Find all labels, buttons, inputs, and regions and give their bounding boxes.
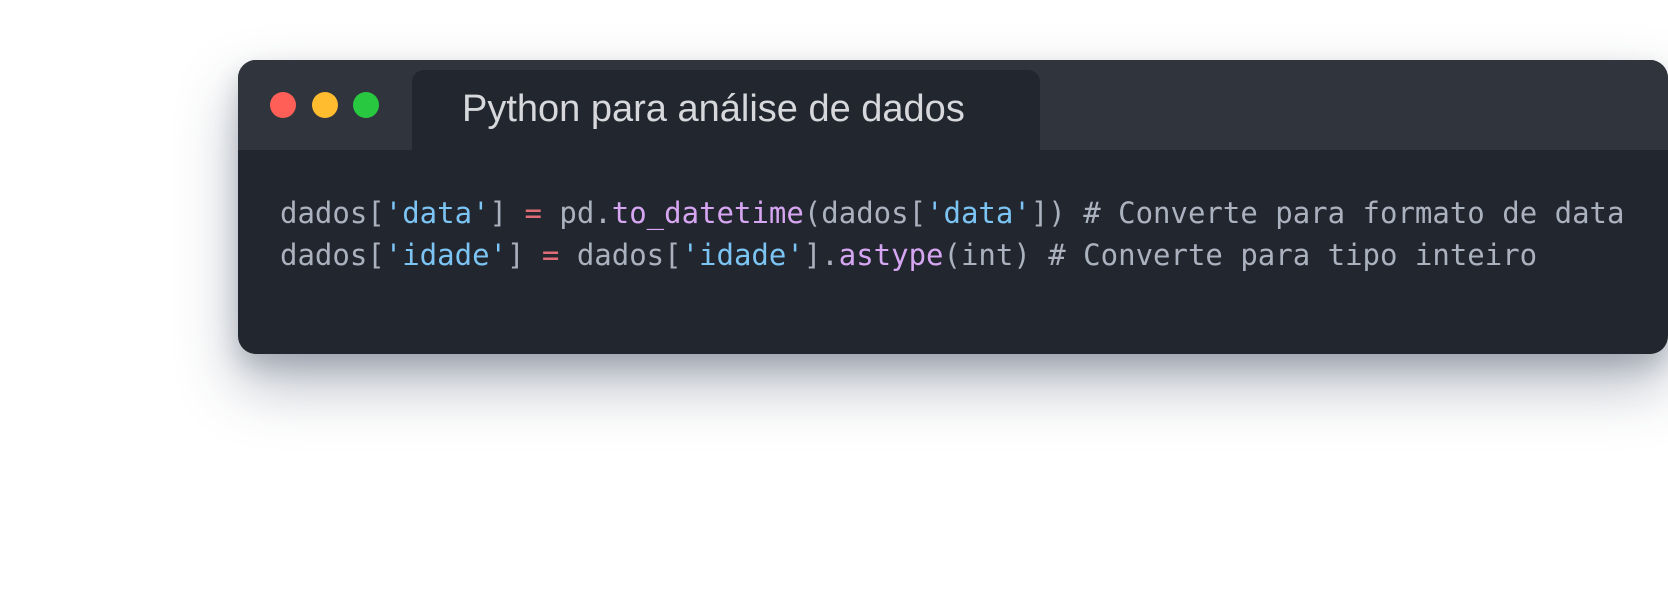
- code-token-comment: # Converte para formato de data: [1083, 196, 1625, 230]
- code-token-operator: =: [541, 238, 560, 272]
- code-editor: dados['data'] = pd.to_datetime(dados['da…: [280, 192, 1624, 276]
- code-token-plain: dados[: [559, 238, 682, 272]
- code-window: Python para análise de dados dados['data…: [238, 60, 1668, 354]
- code-token-plain: ]: [506, 238, 542, 272]
- code-token-plain: dados[: [280, 238, 385, 272]
- maximize-window-button[interactable]: [353, 92, 379, 118]
- code-line: dados['data'] = pd.to_datetime(dados['da…: [280, 192, 1624, 234]
- code-token-operator: =: [524, 196, 542, 230]
- code-token-plain: ].: [803, 238, 839, 272]
- title-bar: Python para análise de dados: [238, 60, 1668, 150]
- minimize-window-button[interactable]: [312, 92, 338, 118]
- code-token-comment: # Converte para tipo inteiro: [1048, 238, 1538, 272]
- code-token-plain: pd.: [541, 196, 612, 230]
- file-tab[interactable]: Python para análise de dados: [412, 70, 1040, 150]
- code-token-function: astype: [838, 238, 944, 272]
- code-token-string: 'data': [384, 196, 490, 230]
- code-token-function: to_datetime: [611, 196, 804, 230]
- code-token-string: 'idade': [384, 238, 507, 272]
- code-token-plain: dados[: [280, 196, 385, 230]
- code-token-string: 'data': [926, 196, 1031, 230]
- code-token-plain: ]: [489, 196, 525, 230]
- code-token-string: 'idade': [681, 238, 804, 272]
- code-token-plain: (dados[: [803, 196, 927, 230]
- code-token-plain: ]): [1030, 196, 1084, 230]
- tab-title: Python para análise de dados: [462, 88, 965, 130]
- code-line: dados['idade'] = dados['idade'].astype(i…: [280, 234, 1624, 276]
- close-window-button[interactable]: [270, 92, 296, 118]
- code-token-plain: (int): [943, 238, 1049, 272]
